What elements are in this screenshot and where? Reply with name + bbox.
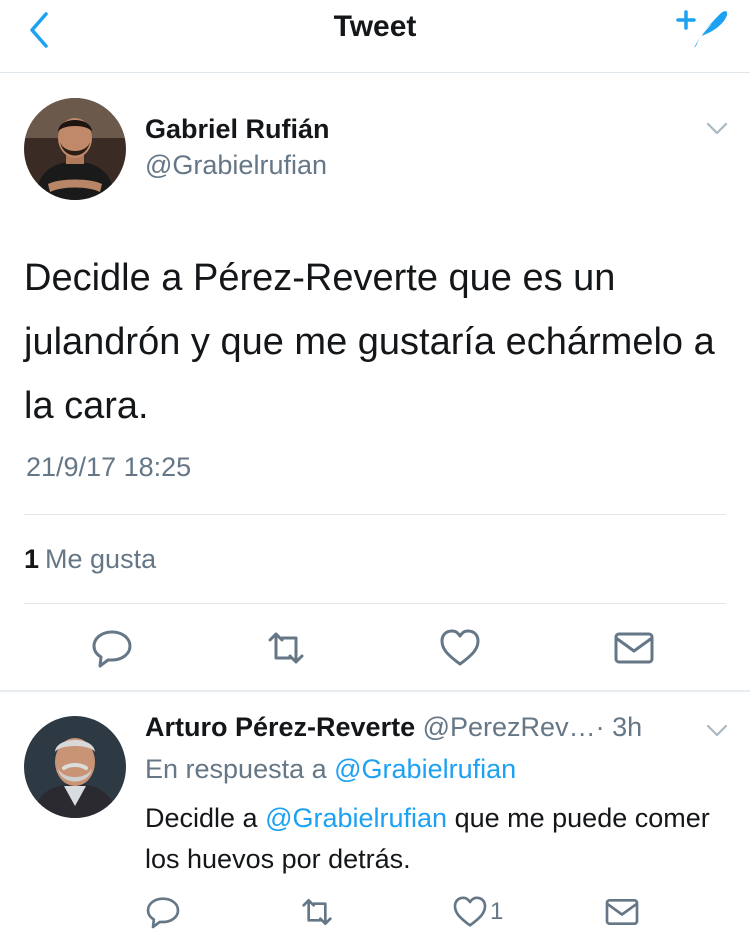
compose-button[interactable]	[674, 6, 730, 54]
envelope-icon	[605, 899, 639, 925]
tweet-timestamp: 21/9/17 18:25	[26, 452, 192, 482]
compose-tweet-icon	[676, 10, 728, 48]
section-separator	[0, 690, 750, 692]
retweet-icon	[268, 632, 304, 664]
reply-time-separator: ·	[595, 712, 605, 742]
likes-count-row[interactable]: 1 Me gusta	[24, 544, 156, 575]
retweet-button[interactable]	[262, 624, 310, 672]
reply-options-button[interactable]	[706, 724, 728, 738]
chevron-down-icon	[706, 724, 728, 737]
likes-label: Me gusta	[45, 544, 157, 574]
tweet-text: Decidle a Pérez-Reverte que es un juland…	[24, 257, 715, 427]
author-handle[interactable]: @Grabielrufian	[145, 150, 327, 181]
avatar-photo	[24, 98, 126, 200]
reply-retweet-button[interactable]	[297, 892, 337, 932]
reply-like-count: 1	[490, 898, 504, 925]
in-reply-mention-link[interactable]: @Grabielrufian	[334, 754, 516, 784]
reply-like-button[interactable]	[450, 892, 490, 932]
reply-icon	[146, 897, 180, 929]
retweet-icon	[302, 899, 332, 925]
envelope-icon	[614, 632, 654, 664]
reply-text-before: Decidle a	[145, 803, 258, 833]
author-name[interactable]: Gabriel Rufián	[145, 114, 330, 145]
likes-count: 1	[24, 544, 40, 574]
reply-text: Decidle a @Grabielrufian que me puede co…	[145, 798, 735, 880]
page-title: Tweet	[333, 10, 417, 43]
heart-icon	[440, 629, 480, 666]
reply-avatar[interactable]	[24, 716, 126, 818]
reply-author-name[interactable]: Arturo Pérez-Reverte	[145, 712, 415, 742]
reply-reply-button[interactable]	[143, 892, 183, 932]
in-reply-to: En respuesta a @Grabielrufian	[145, 754, 516, 785]
divider	[24, 514, 726, 515]
avatar-photo	[24, 716, 126, 818]
in-reply-prefix: En respuesta a	[145, 754, 327, 784]
reply-header: Arturo Pérez-Reverte @PerezRev…· 3h	[145, 712, 705, 743]
reply-direct-message-button[interactable]	[602, 892, 642, 932]
reply-mention-link[interactable]: @Grabielrufian	[265, 803, 447, 833]
reply-time: 3h	[612, 712, 643, 742]
like-button[interactable]	[436, 624, 484, 672]
avatar[interactable]	[24, 98, 126, 200]
reply-author-handle[interactable]: @PerezRev…	[423, 712, 596, 742]
direct-message-button[interactable]	[610, 624, 658, 672]
divider	[24, 603, 726, 604]
chevron-down-icon	[706, 122, 728, 135]
heart-icon	[453, 896, 487, 927]
tweet-options-button[interactable]	[706, 122, 728, 136]
reply-button[interactable]	[88, 624, 136, 672]
reply-icon	[92, 630, 132, 668]
